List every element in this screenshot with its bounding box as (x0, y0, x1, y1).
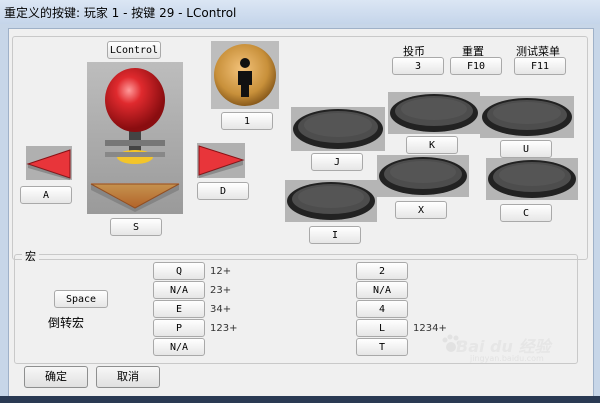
test-menu-key-button[interactable]: F11 (514, 57, 566, 75)
macro-left-combo-2: 23+ (210, 285, 232, 296)
action-x-button[interactable]: X (395, 201, 447, 219)
macro-right-key-1[interactable]: 2 (356, 262, 408, 280)
right-arrow-icon (197, 143, 245, 178)
joystick-left-button[interactable]: A (20, 186, 72, 204)
action-i-button[interactable]: I (309, 226, 361, 244)
left-arrow-icon (26, 146, 72, 180)
action-k-button[interactable]: K (406, 136, 458, 154)
macro-right-key-2[interactable]: N/A (356, 281, 408, 299)
reverse-macro-label: 倒转宏 (48, 316, 85, 330)
joystick-down-button[interactable]: S (110, 218, 162, 236)
macro-right-key-3[interactable]: 4 (356, 300, 408, 318)
title-bar: 重定义的按键: 玩家 1 - 按键 29 - LControl (0, 0, 600, 24)
macro-group-title: 宏 (22, 248, 39, 264)
macro-left-combo-3: 34+ (210, 304, 232, 315)
coin-key-button[interactable]: 3 (392, 57, 444, 75)
joystick-up-button[interactable]: LControl (107, 41, 161, 59)
macro-left-key-1[interactable]: Q (153, 262, 205, 280)
action-c-button[interactable]: C (500, 204, 552, 222)
action-i-icon (285, 180, 377, 222)
reset-key-button[interactable]: F10 (450, 57, 502, 75)
macro-left-combo-4: 123+ (210, 323, 238, 334)
action-j-icon (291, 107, 385, 151)
macro-left-key-2[interactable]: N/A (153, 281, 205, 299)
macro-space-button[interactable]: Space (54, 290, 108, 308)
player-start-icon (211, 41, 279, 109)
action-k-icon (388, 92, 480, 134)
action-u-icon (480, 96, 574, 138)
macro-left-combo-1: 12+ (210, 266, 232, 277)
action-c-icon (486, 158, 578, 200)
macro-right-key-5[interactable]: T (356, 338, 408, 356)
watermark-url: jingyan.baidu.com (470, 354, 544, 363)
action-u-button[interactable]: U (500, 140, 552, 158)
macro-left-key-3[interactable]: E (153, 300, 205, 318)
window-title: 重定义的按键: 玩家 1 - 按键 29 - LControl (4, 6, 237, 20)
action-j-button[interactable]: J (311, 153, 363, 171)
taskbar-strip (0, 396, 600, 403)
action-x-icon (377, 155, 469, 197)
joystick-right-button[interactable]: D (197, 182, 249, 200)
macro-left-key-5[interactable]: N/A (153, 338, 205, 356)
macro-left-key-4[interactable]: P (153, 319, 205, 337)
macro-right-key-4[interactable]: L (356, 319, 408, 337)
joystick-icon (87, 62, 183, 214)
cancel-button[interactable]: 取消 (96, 366, 160, 388)
player-start-button[interactable]: 1 (221, 112, 273, 130)
ok-button[interactable]: 确定 (24, 366, 88, 388)
